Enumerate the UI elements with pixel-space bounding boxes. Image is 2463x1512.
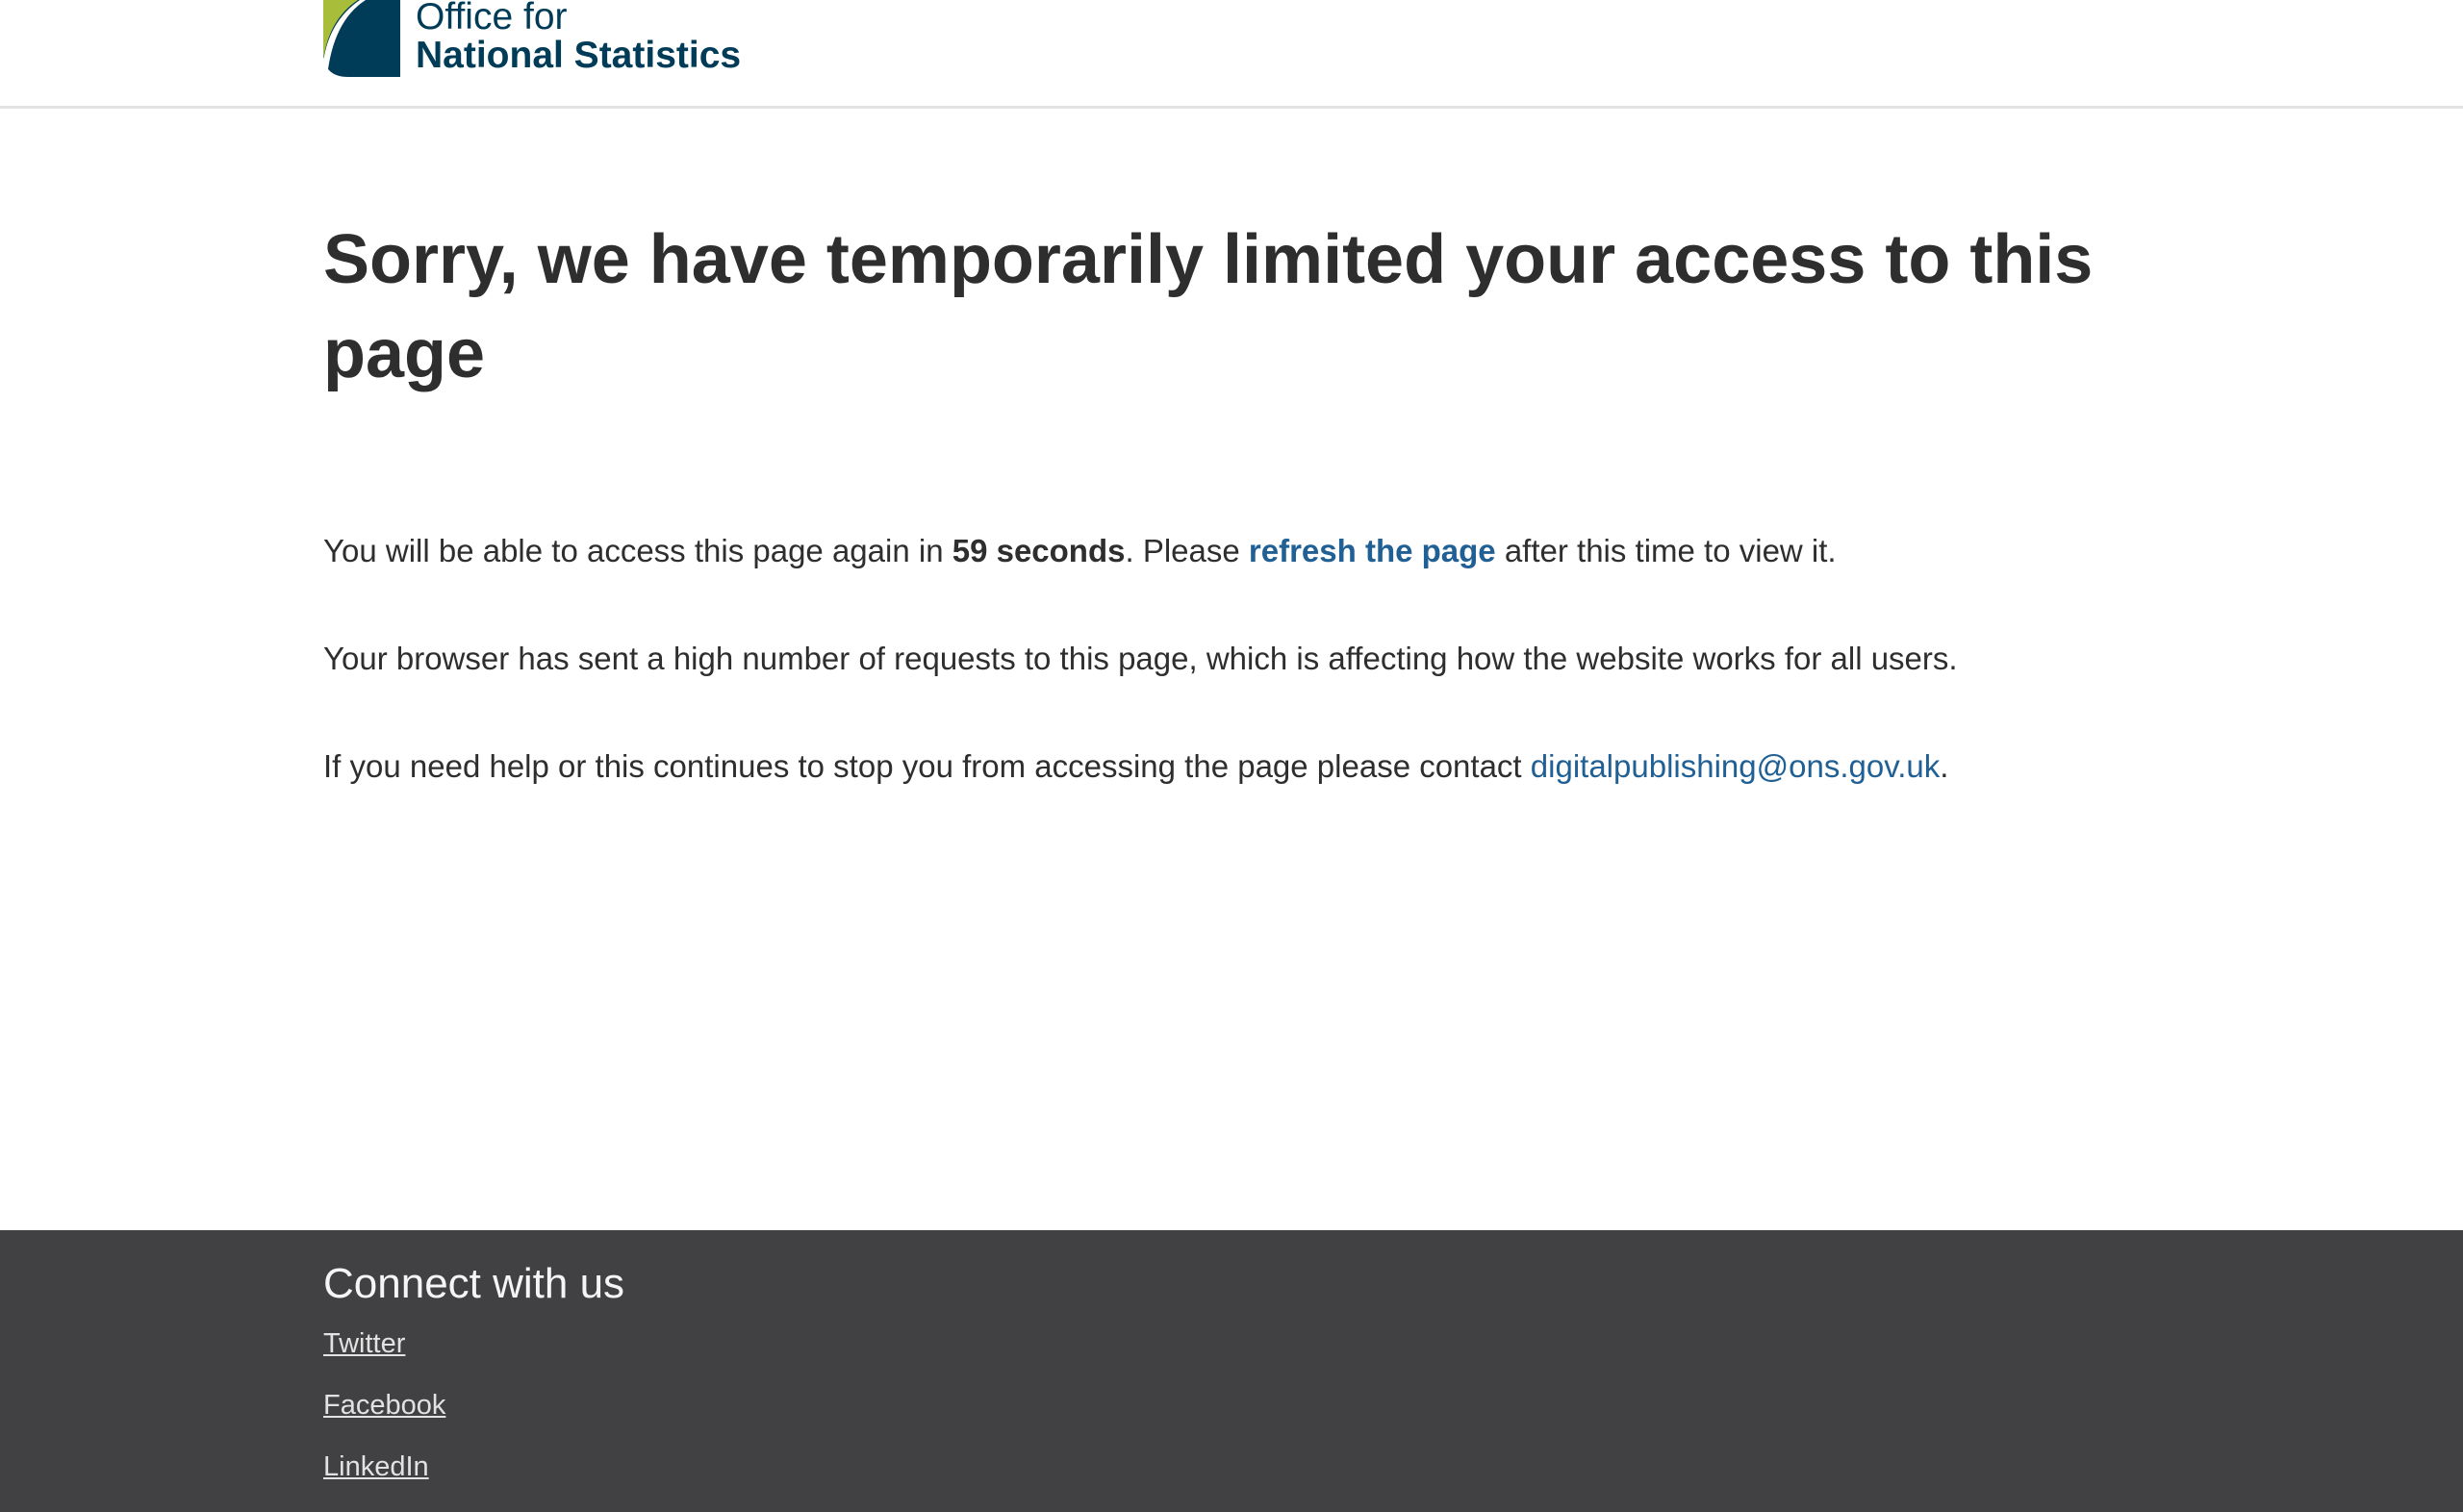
access-wait-message: You will be able to access this page aga… [323,528,2140,574]
wait-text-before: You will be able to access this page aga… [323,533,952,568]
contact-email-link[interactable]: digitalpublishing@ons.gov.uk [1531,748,1941,784]
refresh-page-link[interactable]: refresh the page [1249,533,1496,568]
wait-text-after: after this time to view it. [1495,533,1837,568]
site-footer: Connect with us Twitter Facebook LinkedI… [0,1230,2463,1512]
logo-line-1: Office for [416,0,568,38]
site-header: Office for National Statistics [0,0,2463,109]
ons-logo-icon [323,0,400,77]
logo-line-2: National Statistics [416,35,742,76]
ons-logo-text: Office for National Statistics [416,0,741,75]
help-text-after: . [1940,748,1949,784]
social-link-item: LinkedIn [323,1448,2463,1486]
request-explanation: Your browser has sent a high number of r… [323,641,1958,676]
countdown-timer: 59 seconds [952,533,1126,568]
help-contact-message: If you need help or this continues to st… [323,743,2140,790]
footer-heading: Connect with us [323,1260,625,1307]
social-link-item: Facebook [323,1386,2463,1424]
facebook-link[interactable]: Facebook [323,1390,445,1421]
twitter-link[interactable]: Twitter [323,1328,405,1359]
footer-inner: Connect with us Twitter Facebook LinkedI… [0,1230,2463,1486]
social-links-list: Twitter Facebook LinkedIn [323,1324,2463,1486]
main-content: Sorry, we have temporarily limited your … [0,109,2463,1230]
social-link-item: Twitter [323,1324,2463,1363]
ons-logo-link[interactable]: Office for National Statistics [323,0,741,77]
linkedin-link[interactable]: LinkedIn [323,1451,429,1482]
help-text-before: If you need help or this continues to st… [323,748,1531,784]
page-title: Sorry, we have temporarily limited your … [323,221,2094,392]
wait-text-middle: . Please [1125,533,1249,568]
